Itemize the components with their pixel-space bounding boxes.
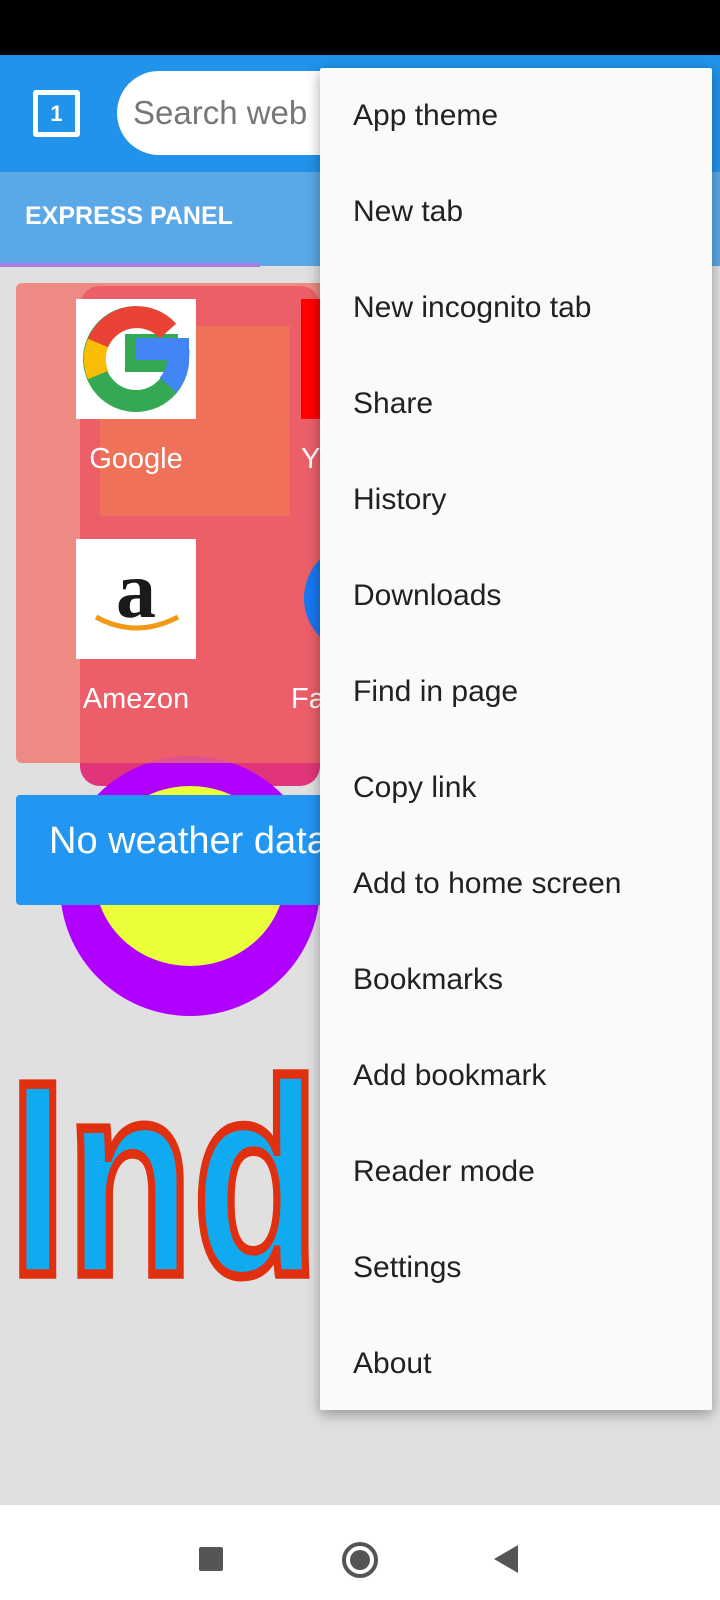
back-icon[interactable] — [494, 1545, 518, 1573]
menu-item-share[interactable]: Share — [320, 356, 712, 452]
menu-item-about[interactable]: About — [320, 1316, 712, 1412]
svg-text:a: a — [116, 547, 156, 635]
menu-item-history[interactable]: History — [320, 452, 712, 548]
menu-item-downloads[interactable]: Downloads — [320, 548, 712, 644]
express-panel-label: EXPRESS PANEL — [25, 202, 233, 230]
menu-item-settings[interactable]: Settings — [320, 1220, 712, 1316]
menu-item-reader-mode[interactable]: Reader mode — [320, 1124, 712, 1220]
menu-item-new-tab[interactable]: New tab — [320, 164, 712, 260]
menu-item-copy-link[interactable]: Copy link — [320, 740, 712, 836]
google-icon — [83, 306, 190, 412]
speed-dial-label: Google — [89, 443, 183, 475]
speed-dial-google[interactable] — [76, 299, 196, 419]
home-icon[interactable] — [342, 1542, 378, 1578]
menu-item-add-to-home-screen[interactable]: Add to home screen — [320, 836, 712, 932]
tab-switcher-button[interactable]: 1 — [33, 90, 80, 137]
speed-dial-label: Amezon — [82, 683, 190, 715]
weather-widget[interactable]: No weather data — [16, 795, 346, 905]
menu-item-new-incognito-tab[interactable]: New incognito tab — [320, 260, 712, 356]
speed-dial-amazon[interactable]: a — [76, 539, 196, 659]
overflow-menu: App theme New tab New incognito tab Shar… — [320, 68, 712, 1410]
system-nav-bar — [0, 1505, 720, 1600]
menu-item-app-theme[interactable]: App theme — [320, 68, 712, 164]
amazon-icon: a — [94, 547, 180, 635]
menu-item-bookmarks[interactable]: Bookmarks — [320, 932, 712, 1028]
recents-icon[interactable] — [199, 1547, 223, 1571]
speed-dial-panel: Google Y a Amezon Fa — [16, 283, 336, 763]
status-bar — [0, 0, 720, 55]
menu-item-find-in-page[interactable]: Find in page — [320, 644, 712, 740]
menu-item-add-bookmark[interactable]: Add bookmark — [320, 1028, 712, 1124]
